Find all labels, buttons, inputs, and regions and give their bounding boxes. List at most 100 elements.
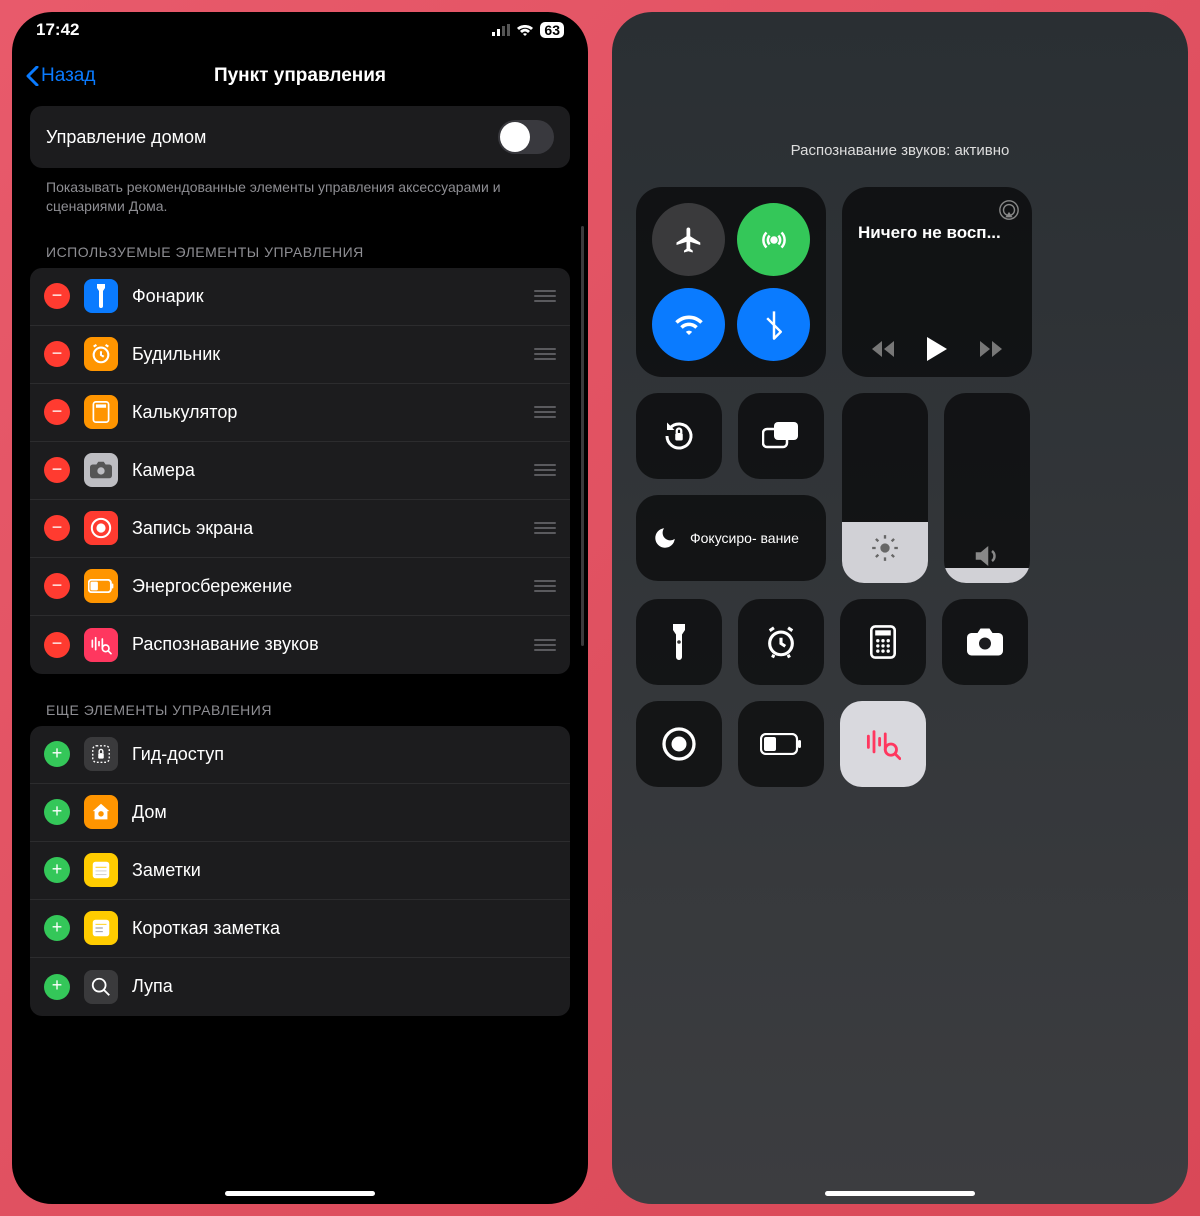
remove-button[interactable]: − bbox=[44, 457, 70, 483]
battery-icon bbox=[760, 733, 802, 755]
drag-handle[interactable] bbox=[534, 522, 556, 534]
drag-handle[interactable] bbox=[534, 290, 556, 302]
media-tile[interactable]: Ничего не восп... bbox=[842, 187, 1032, 377]
list-item-label: Камера bbox=[132, 460, 520, 481]
list-item-label: Короткая заметка bbox=[132, 918, 556, 939]
home-control-label: Управление домом bbox=[46, 127, 206, 148]
list-item-label: Гид-доступ bbox=[132, 744, 556, 765]
app-icon bbox=[84, 628, 118, 662]
app-icon bbox=[84, 911, 118, 945]
add-button[interactable]: + bbox=[44, 915, 70, 941]
remove-button[interactable]: − bbox=[44, 515, 70, 541]
low-power-button[interactable] bbox=[738, 701, 824, 787]
record-icon bbox=[661, 726, 697, 762]
airplay-icon bbox=[998, 199, 1020, 221]
list-item: + Лупа bbox=[30, 958, 570, 1016]
list-item: −Распознавание звуков bbox=[30, 616, 570, 674]
wifi-icon bbox=[516, 24, 534, 37]
forward-icon[interactable] bbox=[976, 340, 1002, 358]
list-item-label: Запись экрана bbox=[132, 518, 520, 539]
wifi-icon bbox=[674, 313, 704, 337]
drag-handle[interactable] bbox=[534, 406, 556, 418]
add-button[interactable]: + bbox=[44, 974, 70, 1000]
antenna-icon bbox=[759, 225, 789, 255]
list-item-label: Лупа bbox=[132, 976, 556, 997]
remove-button[interactable]: − bbox=[44, 341, 70, 367]
calculator-button[interactable] bbox=[840, 599, 926, 685]
remove-button[interactable]: − bbox=[44, 399, 70, 425]
more-controls-list: +Гид-доступ+Дом+Заметки+Короткая заметка… bbox=[30, 726, 570, 1016]
app-icon bbox=[84, 279, 118, 313]
alarm-icon bbox=[764, 625, 798, 659]
brightness-slider[interactable] bbox=[842, 393, 928, 583]
chevron-left-icon bbox=[26, 66, 39, 86]
app-icon bbox=[84, 853, 118, 887]
status-bar: 17:42 63 bbox=[12, 12, 588, 48]
camera-button[interactable] bbox=[942, 599, 1028, 685]
back-label: Назад bbox=[41, 65, 95, 87]
sound-recognition-button[interactable] bbox=[840, 701, 926, 787]
app-icon bbox=[84, 569, 118, 603]
connectivity-tile[interactable] bbox=[636, 187, 826, 377]
bluetooth-icon bbox=[765, 310, 783, 340]
cellular-button[interactable] bbox=[737, 203, 810, 276]
home-indicator[interactable] bbox=[825, 1191, 975, 1196]
screen-record-button[interactable] bbox=[636, 701, 722, 787]
app-icon bbox=[84, 395, 118, 429]
add-button[interactable]: + bbox=[44, 741, 70, 767]
drag-handle[interactable] bbox=[534, 639, 556, 651]
list-item-label: Заметки bbox=[132, 860, 556, 881]
list-item-label: Калькулятор bbox=[132, 402, 520, 423]
status-time: 17:42 bbox=[36, 20, 79, 40]
list-item: −Фонарик bbox=[30, 268, 570, 326]
app-icon bbox=[84, 795, 118, 829]
focus-label: Фокусиро- вание bbox=[690, 530, 799, 547]
remove-button[interactable]: − bbox=[44, 632, 70, 658]
remove-button[interactable]: − bbox=[44, 573, 70, 599]
add-button[interactable]: + bbox=[44, 799, 70, 825]
list-item-label: Энергосбережение bbox=[132, 576, 520, 597]
camera-icon bbox=[967, 628, 1003, 656]
more-section-title: ЕЩЕ ЭЛЕМЕНТЫ УПРАВЛЕНИЯ bbox=[30, 674, 570, 726]
list-item: +Дом bbox=[30, 784, 570, 842]
used-section-title: ИСПОЛЬЗУЕМЫЕ ЭЛЕМЕНТЫ УПРАВЛЕНИЯ bbox=[30, 216, 570, 268]
list-item: − Энергосбережение bbox=[30, 558, 570, 616]
list-item-label: Будильник bbox=[132, 344, 520, 365]
scrollbar[interactable] bbox=[581, 226, 584, 646]
nav-header: Назад Пункт управления bbox=[12, 48, 588, 106]
airplane-button[interactable] bbox=[652, 203, 725, 276]
flashlight-button[interactable] bbox=[636, 599, 722, 685]
status-right: 63 bbox=[492, 22, 564, 38]
list-item: + Короткая заметка bbox=[30, 900, 570, 958]
volume-slider[interactable] bbox=[944, 393, 1030, 583]
volume-icon bbox=[972, 543, 1002, 569]
used-controls-list: −Фонарик−Будильник−Калькулятор−Камера−За… bbox=[30, 268, 570, 674]
list-item: + Гид-доступ bbox=[30, 726, 570, 784]
wifi-button[interactable] bbox=[652, 288, 725, 361]
play-icon[interactable] bbox=[927, 337, 947, 361]
back-button[interactable]: Назад bbox=[26, 65, 95, 87]
add-button[interactable]: + bbox=[44, 857, 70, 883]
sound-recognition-icon bbox=[865, 727, 901, 761]
home-control-desc: Показывать рекомендованные элементы упра… bbox=[30, 168, 570, 216]
alarm-button[interactable] bbox=[738, 599, 824, 685]
drag-handle[interactable] bbox=[534, 348, 556, 360]
app-icon bbox=[84, 511, 118, 545]
app-icon bbox=[84, 337, 118, 371]
screen-mirroring-button[interactable] bbox=[738, 393, 824, 479]
list-item: − Будильник bbox=[30, 326, 570, 384]
bluetooth-button[interactable] bbox=[737, 288, 810, 361]
list-item: − Камера bbox=[30, 442, 570, 500]
home-control-toggle[interactable] bbox=[498, 120, 554, 154]
remove-button[interactable]: − bbox=[44, 283, 70, 309]
home-indicator[interactable] bbox=[225, 1191, 375, 1196]
flashlight-icon bbox=[670, 624, 688, 660]
drag-handle[interactable] bbox=[534, 464, 556, 476]
app-icon bbox=[84, 737, 118, 771]
media-title: Ничего не восп... bbox=[858, 223, 1016, 243]
drag-handle[interactable] bbox=[534, 580, 556, 592]
rewind-icon[interactable] bbox=[872, 340, 898, 358]
home-control-card: Управление домом bbox=[30, 106, 570, 168]
orientation-lock-button[interactable] bbox=[636, 393, 722, 479]
focus-button[interactable]: Фокусиро- вание bbox=[636, 495, 826, 581]
